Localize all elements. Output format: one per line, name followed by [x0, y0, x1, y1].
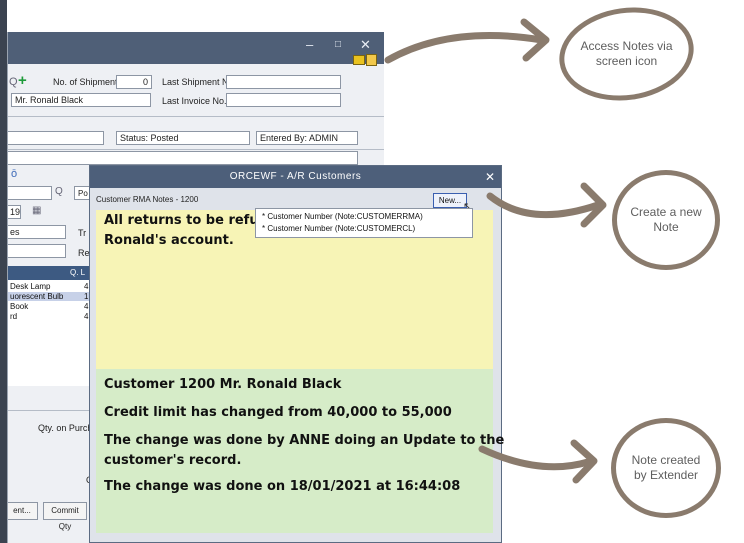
callout-create-note: Create a new Note	[612, 170, 720, 270]
callout-text: Create a new Note	[630, 205, 702, 234]
arrow-create-note	[486, 192, 602, 219]
arrow-access-notes	[384, 32, 546, 64]
callout-text: Access Notes via screen icon	[580, 39, 673, 68]
callout-note-created: Note created by Extender	[611, 418, 721, 518]
callout-text: Note created by Extender	[631, 453, 701, 482]
arrow-note-created	[478, 445, 592, 471]
